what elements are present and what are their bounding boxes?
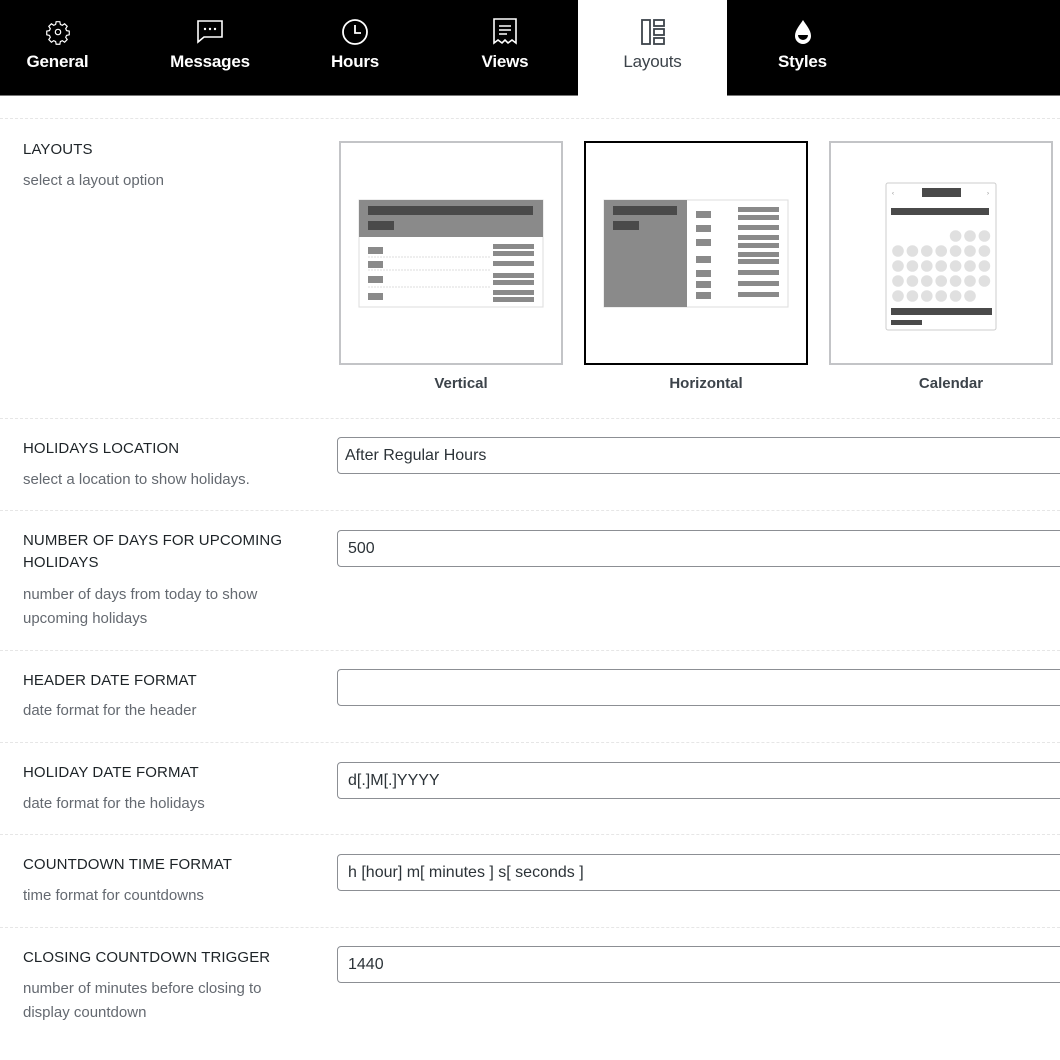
calendar-day-dot [935, 245, 947, 257]
calendar-day-dot [906, 275, 919, 287]
calendar-day-dot [935, 260, 947, 272]
layout-option-label: Vertical [434, 375, 488, 392]
divider [0, 834, 1060, 835]
vertical-layout-preview-icon [358, 199, 544, 308]
calendar-day-dot [964, 230, 976, 242]
calendar-day-dot [964, 260, 976, 272]
calendar-day-dot [921, 260, 933, 272]
gear-icon [44, 18, 72, 46]
closing-countdown-trigger-label: CLOSING COUNTDOWN TRIGGER [23, 949, 271, 966]
tab-styles[interactable]: Styles [750, 0, 855, 95]
calendar-day-dot [921, 275, 933, 287]
tab-label: Messages [170, 52, 250, 71]
divider [0, 118, 1060, 119]
horizontal-layout-preview-icon [603, 199, 789, 308]
calendar-day-dot [892, 290, 904, 302]
calendar-day-dot [978, 275, 991, 287]
tab-label: Styles [778, 52, 827, 71]
calendar-day-dot [935, 275, 947, 287]
calendar-day-dot [964, 275, 976, 287]
closing-countdown-description-line2: display countdown [23, 1004, 147, 1021]
upcoming-days-label-line1: NUMBER OF DAYS FOR UPCOMING [23, 532, 283, 549]
divider [0, 650, 1060, 651]
tab-views[interactable]: Views [450, 0, 560, 95]
upcoming-days-label: NUMBER OF DAYS FOR UPCOMING HOLIDAYS [23, 530, 313, 574]
tab-layouts[interactable]: Layouts [578, 0, 727, 96]
tab-label: General [26, 52, 89, 71]
droplet-icon [789, 18, 817, 46]
calendar-day-dot [892, 245, 904, 257]
calendar-day-dot [949, 230, 962, 242]
divider [0, 418, 1060, 419]
upcoming-days-input[interactable] [337, 530, 1060, 567]
calendar-day-dot [906, 260, 919, 272]
closing-countdown-trigger-description: number of minutes before closing to disp… [23, 977, 313, 1025]
calendar-layout-preview-icon: ‹ › [885, 182, 997, 331]
calendar-day-dot [949, 260, 962, 272]
layouts-description: select a layout option [23, 172, 164, 189]
calendar-day-dot [906, 245, 919, 257]
svg-text:›: › [987, 191, 989, 197]
divider [0, 510, 1060, 511]
layout-option-label: Calendar [918, 375, 984, 392]
layout-option-calendar[interactable]: ‹ › [829, 141, 1053, 365]
calendar-day-dot [921, 290, 933, 302]
countdown-time-format-label: COUNTDOWN TIME FORMAT [23, 856, 233, 873]
svg-text:‹: ‹ [892, 191, 894, 197]
calendar-day-dot [935, 290, 947, 302]
calendar-day-dot [964, 245, 976, 257]
divider [0, 927, 1060, 928]
calendar-day-dot [892, 260, 904, 272]
tab-label: Hours [330, 52, 380, 71]
upcoming-days-description: number of days from today to show upcomi… [23, 583, 313, 631]
layout-option-horizontal[interactable] [584, 141, 808, 365]
closing-countdown-trigger-input[interactable] [337, 946, 1060, 983]
tab-messages[interactable]: Messages [140, 0, 280, 95]
calendar-day-dot [949, 275, 962, 287]
holidays-location-select[interactable]: After Regular Hours [337, 437, 1060, 474]
header-date-format-description: date format for the header [23, 702, 197, 719]
upcoming-days-label-line2: HOLIDAYS [23, 554, 99, 571]
countdown-time-format-input[interactable] [337, 854, 1060, 891]
header-date-format-label: HEADER DATE FORMAT [23, 672, 197, 689]
divider [0, 742, 1060, 743]
holiday-date-format-description: date format for the holidays [23, 795, 205, 812]
chat-bubble-icon [196, 18, 224, 46]
settings-tab-bar: General Messages Hours Views Layouts Sty… [0, 0, 1060, 96]
receipt-icon [491, 18, 519, 46]
tab-label: Layouts [623, 52, 682, 71]
calendar-day-dot [921, 245, 933, 257]
closing-countdown-description-line1: number of minutes before closing to [23, 980, 262, 997]
calendar-day-dot [892, 275, 904, 287]
clock-icon [341, 18, 369, 46]
tab-general[interactable]: General [0, 0, 115, 95]
layouts-label: LAYOUTS [23, 141, 93, 158]
calendar-day-dot [978, 260, 991, 272]
layout-option-vertical[interactable] [339, 141, 563, 365]
tab-hours[interactable]: Hours [300, 0, 410, 95]
holidays-location-description: select a location to show holidays. [23, 471, 250, 488]
calendar-day-dot [949, 290, 962, 302]
layout-option-label: Horizontal [669, 375, 743, 392]
header-date-format-input[interactable] [337, 669, 1060, 706]
calendar-day-dot [964, 290, 976, 302]
upcoming-days-description-line2: upcoming holidays [23, 610, 148, 627]
calendar-day-dot [906, 290, 919, 302]
calendar-day-dot [978, 245, 991, 257]
holiday-date-format-input[interactable] [337, 762, 1060, 799]
upcoming-days-description-line1: number of days from today to show [23, 586, 258, 603]
countdown-time-format-description: time format for countdowns [23, 887, 204, 904]
calendar-day-dot [978, 230, 991, 242]
holiday-date-format-label: HOLIDAY DATE FORMAT [23, 764, 199, 781]
holidays-location-label: HOLIDAYS LOCATION [23, 440, 180, 457]
layout-icon [639, 18, 667, 46]
tab-label: Views [481, 52, 529, 71]
calendar-day-dot [949, 245, 962, 257]
